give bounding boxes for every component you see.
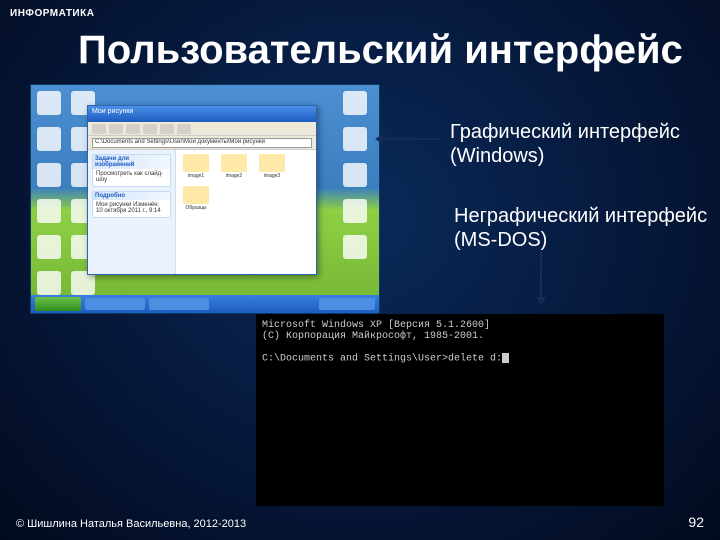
taskbar-item[interactable] xyxy=(85,298,145,310)
sidebar-panel-header: Задачи для изображений xyxy=(93,155,170,169)
cli-os: (MS-DOS) xyxy=(454,229,547,251)
dos-line: (С) Корпорация Майкрософт, 1985-2001. xyxy=(262,331,484,342)
gui-screenshot: Мои рисунки C:\Documents and Settings\Us… xyxy=(30,84,380,314)
forward-button[interactable] xyxy=(109,124,123,134)
desktop-icon xyxy=(37,235,61,259)
footer-page-number: 92 xyxy=(688,514,704,530)
gui-os: (Windows) xyxy=(450,145,544,167)
desktop-icon xyxy=(343,163,367,187)
arrow-down-icon xyxy=(540,252,542,302)
desktop-icon xyxy=(343,235,367,259)
window-title: Мои рисунки xyxy=(88,106,316,122)
sidebar-panel-header: Подробно xyxy=(93,192,170,200)
explorer-toolbar xyxy=(88,122,316,136)
search-button[interactable] xyxy=(143,124,157,134)
taskbar-item[interactable] xyxy=(149,298,209,310)
back-button[interactable] xyxy=(92,124,106,134)
file-item[interactable]: image3 xyxy=(256,154,288,180)
sidebar-panel-body: Мои рисунки Изменён: 10 октября 2011 г.,… xyxy=(96,202,161,214)
cursor-icon xyxy=(502,353,509,363)
explorer-window: Мои рисунки C:\Documents and Settings\Us… xyxy=(87,105,317,275)
cli-label: Неграфический интерфейс (MS-DOS) xyxy=(454,204,707,252)
explorer-sidebar: Задачи для изображений Просмотреть как с… xyxy=(88,150,176,274)
address-field[interactable]: C:\Documents and Settings\User\Мои докум… xyxy=(92,138,312,148)
explorer-body: Задачи для изображений Просмотреть как с… xyxy=(88,150,316,274)
views-button[interactable] xyxy=(177,124,191,134)
file-item[interactable]: image1 xyxy=(180,154,212,180)
desktop-icon xyxy=(37,163,61,187)
system-tray xyxy=(319,298,375,310)
sidebar-panel: Подробно Мои рисунки Изменён: 10 октября… xyxy=(92,191,171,218)
up-button[interactable] xyxy=(126,124,140,134)
address-bar: C:\Documents and Settings\User\Мои докум… xyxy=(88,136,316,150)
desktop-icon xyxy=(37,91,61,115)
footer-copyright: © Шишлина Наталья Васильевна, 2012-2013 xyxy=(16,518,246,530)
sidebar-panel-body: Просмотреть как слайд-шоу xyxy=(96,171,163,183)
file-item[interactable]: image2 xyxy=(218,154,250,180)
sidebar-panel: Задачи для изображений Просмотреть как с… xyxy=(92,154,171,187)
page-title: Пользовательский интерфейс xyxy=(78,28,683,73)
desktop-icon xyxy=(37,271,61,295)
desktop-icon xyxy=(37,199,61,223)
desktop-icons-right xyxy=(343,91,373,263)
dos-line: C:\Documents and Settings\User>delete d: xyxy=(262,354,502,365)
desktop-icon xyxy=(343,199,367,223)
gui-label: Графический интерфейс (Windows) xyxy=(450,120,680,168)
desktop-icon xyxy=(37,127,61,151)
dos-line: Microsoft Windows XP [Версия 5.1.2600] xyxy=(262,320,490,331)
gui-name: Графический интерфейс xyxy=(450,121,680,143)
file-item[interactable]: Образцы xyxy=(180,186,212,212)
explorer-content: image1 image2 image3 Образцы xyxy=(176,150,316,274)
taskbar xyxy=(31,295,379,313)
desktop-icon xyxy=(343,91,367,115)
start-button[interactable] xyxy=(35,297,81,311)
desktop-icon xyxy=(343,127,367,151)
slide: ИНФОРМАТИКА Пользовательский интерфейс М xyxy=(0,0,720,540)
arrow-left-icon xyxy=(378,138,440,140)
cli-screenshot: Microsoft Windows XP [Версия 5.1.2600] (… xyxy=(256,314,664,506)
folders-button[interactable] xyxy=(160,124,174,134)
cli-name: Неграфический интерфейс xyxy=(454,205,707,227)
subject-label: ИНФОРМАТИКА xyxy=(10,8,94,19)
